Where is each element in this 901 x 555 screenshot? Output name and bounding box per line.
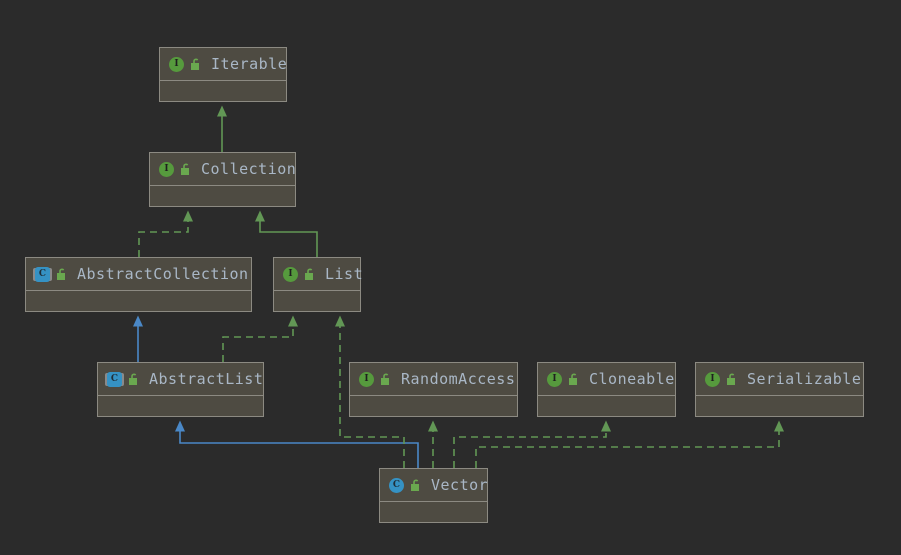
lock-open-icon (304, 268, 316, 281)
uml-node-iterable[interactable]: I Iterable (159, 47, 287, 102)
uml-node-label: RandomAccess (401, 370, 516, 388)
uml-node-header: I List (274, 258, 364, 291)
edge-abstractlist-to-list (222, 315, 298, 362)
uml-node-cloneable[interactable]: I Cloneable (537, 362, 676, 417)
uml-node-label: Cloneable (589, 370, 675, 388)
uml-node-header: C Vector (380, 469, 489, 502)
lock-open-icon (726, 373, 738, 386)
uml-node-label: Vector (431, 476, 489, 494)
lock-open-icon (380, 373, 392, 386)
uml-node-collection[interactable]: I Collection (149, 152, 296, 207)
uml-node-serializable[interactable]: I Serializable (695, 362, 864, 417)
uml-node-label: Collection (201, 160, 297, 178)
edge-abstractcollection-to-collection (138, 210, 193, 257)
uml-node-abstractcollection[interactable]: C AbstractCollection (25, 257, 252, 312)
uml-node-label: AbstractCollection (77, 265, 249, 283)
uml-node-header: C AbstractCollection (26, 258, 251, 291)
interface-icon: I (359, 371, 374, 387)
uml-node-header: I Serializable (696, 363, 863, 396)
abstract-class-icon: C (107, 371, 122, 387)
lock-open-icon (410, 479, 422, 492)
interface-icon: I (159, 161, 174, 177)
edge-vector-to-cloneable (453, 420, 611, 468)
lock-open-icon (180, 163, 192, 176)
uml-node-header: I Collection (150, 153, 297, 186)
lock-open-icon (190, 58, 202, 71)
edge-list-to-collection (255, 210, 318, 257)
uml-node-label: AbstractList (149, 370, 264, 388)
uml-node-header: I RandomAccess (350, 363, 517, 396)
interface-icon: I (169, 56, 184, 72)
uml-node-header: C AbstractList (98, 363, 263, 396)
abstract-class-icon: C (35, 266, 50, 282)
uml-node-list[interactable]: I List (273, 257, 364, 312)
lock-open-icon (128, 373, 140, 386)
uml-node-label: Iterable (211, 55, 288, 73)
uml-node-vector[interactable]: C Vector (379, 468, 488, 523)
uml-class-diagram-canvas[interactable]: Iterable : solid green --> Collection : … (0, 0, 901, 555)
uml-node-abstractlist[interactable]: C AbstractList (97, 362, 264, 417)
edge-vector-to-abstractlist (175, 420, 419, 468)
uml-node-label: Serializable (747, 370, 862, 388)
uml-node-header: I Iterable (160, 48, 288, 81)
class-icon: C (389, 477, 404, 493)
lock-open-icon (56, 268, 68, 281)
uml-node-label: List (325, 265, 364, 283)
uml-node-header: I Cloneable (538, 363, 675, 396)
uml-node-randomaccess[interactable]: I RandomAccess (349, 362, 518, 417)
interface-icon: I (705, 371, 720, 387)
interface-icon: I (283, 266, 298, 282)
lock-open-icon (568, 373, 580, 386)
edge-vector-to-serializable (475, 420, 784, 468)
interface-icon: I (547, 371, 562, 387)
